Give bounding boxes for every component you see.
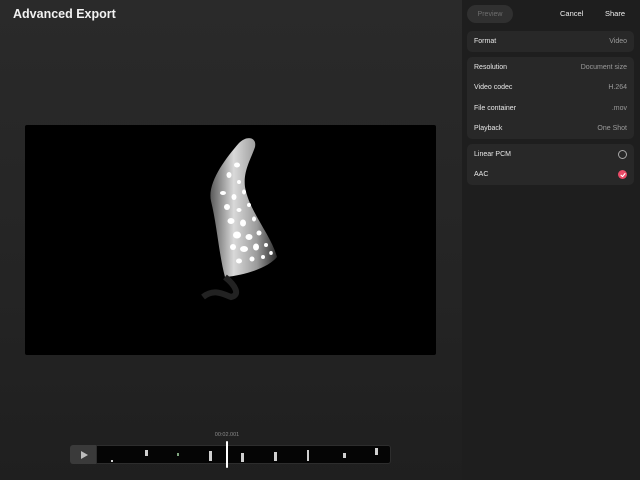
cancel-button[interactable]: Cancel — [560, 9, 583, 18]
file-container-value: .mov — [611, 104, 627, 112]
video-codec-label: Video codec — [474, 84, 513, 92]
export-settings-panel: Preview Cancel Share Format Video Resolu… — [462, 0, 640, 480]
video-codec-value: H.264 — [608, 84, 627, 92]
playhead[interactable] — [226, 441, 228, 468]
play-icon — [80, 450, 88, 459]
radio-unchecked-icon[interactable] — [618, 149, 627, 159]
filmstrip-thumbnails — [111, 448, 378, 462]
audio-codec-group: Linear PCM AAC — [467, 144, 634, 185]
resolution-label: Resolution — [474, 63, 508, 71]
playback-label: Playback — [474, 125, 503, 133]
file-container-label: File container — [474, 104, 517, 112]
timecode-label: 00:02.001 — [214, 432, 240, 438]
audio-option-aac[interactable]: AAC — [467, 165, 634, 186]
file-container-row[interactable]: File container .mov — [467, 98, 634, 119]
playback-row[interactable]: Playback One Shot — [467, 119, 634, 140]
timeline-filmstrip[interactable] — [96, 445, 391, 464]
playback-value: One Shot — [597, 125, 627, 133]
radio-checked-icon[interactable] — [618, 170, 627, 180]
format-label: Format — [474, 37, 497, 45]
page-title: Advanced Export — [13, 7, 116, 21]
audio-option-linear-pcm[interactable]: Linear PCM — [467, 144, 634, 165]
share-button[interactable]: Share — [605, 9, 625, 18]
video-preview — [25, 125, 436, 355]
video-settings-group: Resolution Document size Video codec H.2… — [467, 57, 634, 139]
audio-option-label: Linear PCM — [474, 150, 511, 158]
resolution-value: Document size — [580, 63, 627, 71]
checkmark-icon — [619, 172, 626, 177]
video-frame-image — [201, 138, 277, 301]
format-row[interactable]: Format Video — [467, 31, 634, 52]
preview-button[interactable]: Preview — [467, 5, 513, 23]
resolution-row[interactable]: Resolution Document size — [467, 57, 634, 78]
main-canvas-area: Advanced Export 00:02.001 — [0, 0, 462, 480]
format-group: Format Video — [467, 31, 634, 52]
format-value: Video — [609, 37, 627, 45]
play-button[interactable] — [70, 445, 96, 464]
video-codec-row[interactable]: Video codec H.264 — [467, 78, 634, 99]
audio-option-label: AAC — [474, 171, 489, 179]
